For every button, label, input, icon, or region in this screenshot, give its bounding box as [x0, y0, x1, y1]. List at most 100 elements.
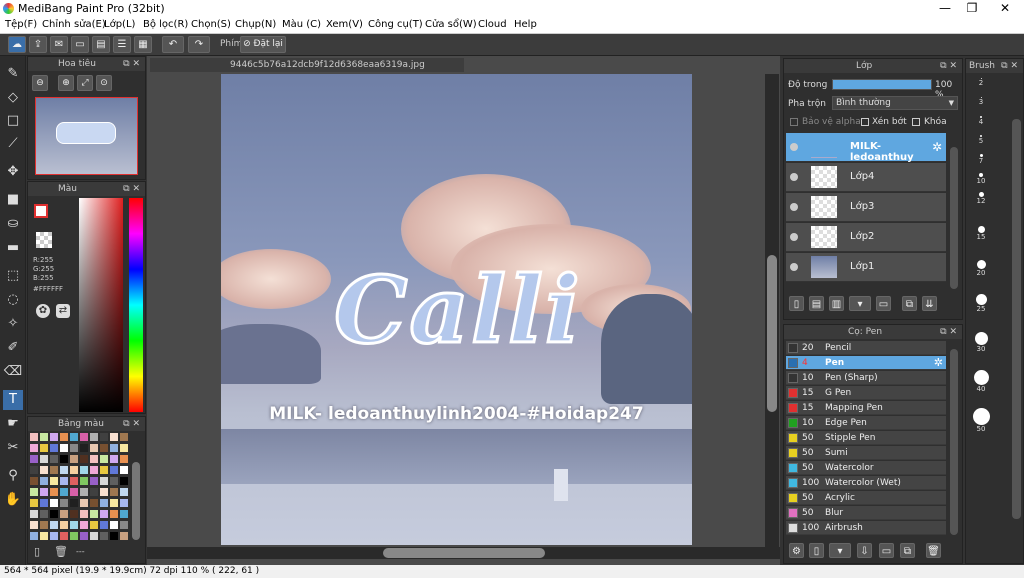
layer-row[interactable]: Lớp2 — [786, 223, 946, 252]
palette-swatch[interactable] — [90, 477, 98, 485]
palette-swatch[interactable] — [60, 433, 68, 441]
brush-row[interactable]: 50 Sumi — [786, 446, 946, 460]
palette-swatch[interactable] — [90, 455, 98, 463]
palette-swatch[interactable] — [30, 488, 38, 496]
palette-swatch[interactable] — [80, 444, 88, 452]
palette-swatch[interactable] — [30, 521, 38, 529]
line-tool-icon[interactable]: ⟋ — [3, 134, 23, 154]
palette-swatch[interactable] — [110, 499, 118, 507]
brush-settings-icon[interactable]: ⚙ — [789, 543, 804, 558]
palette-swatch[interactable] — [80, 499, 88, 507]
new-layer-1bit-icon[interactable]: ▥ — [829, 296, 844, 311]
artwork-canvas[interactable]: Calli MILK- ledoanthuylinh2004-#Hoidap24… — [221, 74, 692, 545]
gradient-tool-icon[interactable]: ▬ — [3, 238, 23, 258]
palette-swatch[interactable] — [70, 466, 78, 474]
eraser-tool-icon[interactable]: ◇ — [3, 88, 23, 108]
palette-swatch[interactable] — [110, 455, 118, 463]
palette-swatch[interactable] — [100, 477, 108, 485]
palette-swatch[interactable] — [40, 532, 48, 540]
palette-swatch[interactable] — [70, 499, 78, 507]
operation-tool-icon[interactable]: ☛ — [3, 414, 23, 434]
palette-swatch[interactable] — [70, 477, 78, 485]
new-layer-8bit-icon[interactable]: ▤ — [809, 296, 824, 311]
close-button[interactable]: ✕ — [990, 1, 1020, 15]
color-swap-icon[interactable]: ⇄ — [56, 304, 70, 318]
select-pen-icon[interactable]: ✐ — [3, 338, 23, 358]
palette-swatch[interactable] — [60, 499, 68, 507]
palette-swatch[interactable] — [30, 532, 38, 540]
palette-swatch[interactable] — [60, 532, 68, 540]
palette-swatch[interactable] — [120, 444, 128, 452]
menu-view[interactable]: Xem(V) — [326, 19, 363, 30]
palette-swatch[interactable] — [120, 433, 128, 441]
palette-swatch[interactable] — [120, 532, 128, 540]
brush-size-option[interactable]: 3 — [968, 97, 994, 116]
palette-swatch[interactable] — [70, 455, 78, 463]
palette-swatch[interactable] — [30, 499, 38, 507]
palette-swatch[interactable] — [100, 466, 108, 474]
menu-cloud[interactable]: Cloud — [478, 19, 507, 30]
brush-row[interactable]: 20 Pencil — [786, 341, 946, 355]
select-eraser-icon[interactable]: ⌫ — [3, 362, 23, 382]
brush-size-option[interactable]: 40 — [968, 370, 994, 408]
menu-tools[interactable]: Công cụ(T) — [368, 19, 423, 30]
palette-swatch[interactable] — [60, 488, 68, 496]
palette-swatch[interactable] — [80, 477, 88, 485]
add-brush-menu-icon[interactable]: ▾ — [829, 543, 851, 558]
palette-swatch[interactable] — [90, 488, 98, 496]
palette-swatch[interactable] — [90, 433, 98, 441]
fill-rect-tool-icon[interactable]: ■ — [3, 190, 23, 210]
document-tab[interactable]: 9446c5b76a12dcb9f12d6368eaa6319a.jpg — [150, 58, 464, 72]
merge-layer-icon[interactable]: ⇊ — [922, 296, 937, 311]
horizontal-scroll-thumb[interactable] — [383, 548, 545, 558]
fit-icon[interactable]: ⤢ — [77, 75, 93, 91]
foreground-color[interactable] — [34, 204, 48, 218]
palette-swatch[interactable] — [30, 477, 38, 485]
panel-close-icon[interactable]: ⧉ ✕ — [123, 57, 140, 71]
palette-swatch[interactable] — [120, 477, 128, 485]
menu-select[interactable]: Chọn(S) — [191, 19, 231, 30]
brush-size-scrollbar[interactable] — [1012, 119, 1021, 519]
eye-icon[interactable] — [790, 143, 798, 151]
palette-swatch[interactable] — [70, 488, 78, 496]
palette-swatch[interactable] — [80, 433, 88, 441]
import-brush-icon[interactable]: ⇩ — [857, 543, 872, 558]
palette-swatch[interactable] — [30, 466, 38, 474]
palette-swatch[interactable] — [110, 444, 118, 452]
hand-tool-icon[interactable]: ✋ — [3, 490, 23, 510]
palette-swatch[interactable] — [50, 466, 58, 474]
layer-scrollbar[interactable] — [950, 147, 958, 289]
palette-swatch[interactable] — [80, 488, 88, 496]
menu-file[interactable]: Tệp(F) — [5, 19, 37, 30]
palette-swatch[interactable] — [100, 510, 108, 518]
brush-size-option[interactable]: 2 — [968, 78, 994, 97]
palette-swatch[interactable] — [30, 433, 38, 441]
panel-close-icon[interactable]: ⧉ ✕ — [940, 325, 957, 339]
share-icon[interactable]: ⇪ — [29, 36, 47, 53]
color-field[interactable] — [79, 198, 123, 412]
undo-icon[interactable]: ↶ — [162, 36, 184, 53]
menu-window[interactable]: Cửa sổ(W) — [425, 19, 477, 30]
move-tool-icon[interactable]: ✥ — [3, 162, 23, 182]
palette-icon[interactable]: ✿ — [36, 304, 50, 318]
palette-swatch[interactable] — [120, 521, 128, 529]
palette-swatch[interactable] — [90, 444, 98, 452]
minimize-button[interactable]: — — [930, 1, 960, 15]
palette-swatch[interactable] — [110, 521, 118, 529]
palette-swatch[interactable] — [60, 521, 68, 529]
brush-size-option[interactable]: 15 — [968, 226, 994, 260]
document-icon[interactable]: ▤ — [92, 36, 110, 53]
palette-swatch[interactable] — [40, 499, 48, 507]
brush-row[interactable]: 10 Edge Pen — [786, 416, 946, 430]
panel-close-icon[interactable]: ⧉ ✕ — [1001, 59, 1018, 73]
palette-swatch[interactable] — [40, 521, 48, 529]
list-icon[interactable]: ☰ — [113, 36, 131, 53]
layer-row[interactable]: Lớp1 — [786, 253, 946, 282]
reset-button[interactable]: ⊘ Đặt lại — [240, 36, 286, 53]
palette-swatch[interactable] — [110, 532, 118, 540]
duplicate-brush-icon[interactable]: ⧉ — [900, 543, 915, 558]
palette-swatch[interactable] — [100, 532, 108, 540]
palette-swatch[interactable] — [70, 444, 78, 452]
bucket-tool-icon[interactable]: ⛀ — [3, 214, 23, 234]
layer-row[interactable]: Lớp4 — [786, 163, 946, 192]
